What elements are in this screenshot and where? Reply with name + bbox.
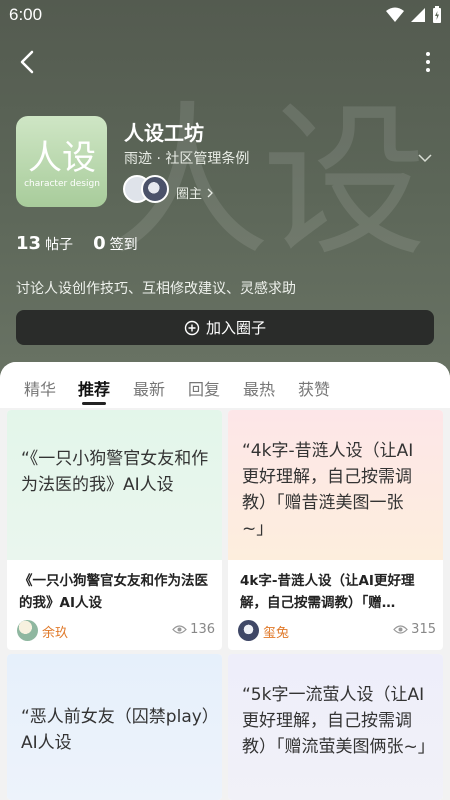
circle-title: 人设工坊	[124, 121, 204, 145]
post-meta: 玺兔 315	[238, 618, 436, 642]
active-tab-indicator	[82, 402, 106, 405]
post-cover-quote: “恶人前女友（囚禁play）AI人设	[21, 707, 211, 753]
signal-icon	[411, 8, 425, 22]
circle-cover-image: 人设 character design	[16, 116, 107, 207]
tab-most-liked[interactable]: 获赞	[298, 376, 330, 400]
post-meta: 余玖 136	[17, 618, 215, 642]
chevron-down-icon[interactable]	[417, 150, 433, 166]
tab-replies[interactable]: 回复	[188, 376, 220, 400]
circle-stats: 13 帖子 0 签到	[16, 233, 138, 254]
post-author[interactable]: 玺兔	[263, 622, 289, 641]
post-cover: “恶人前女友（囚禁play）AI人设	[7, 654, 222, 800]
owner-link[interactable]: 圈主	[176, 183, 214, 202]
view-count: 315	[393, 622, 436, 637]
content-panel: 精华 推荐 最新 回复 最热 获赞 “《一只小狗警官女友和作为法医的我》AI人设…	[0, 362, 450, 800]
posts-stat: 13 帖子	[16, 233, 73, 254]
battery-icon	[433, 6, 441, 23]
wifi-icon	[386, 7, 404, 22]
view-count-value: 315	[411, 622, 436, 637]
eye-icon	[172, 625, 187, 634]
post-title: 4k字-昔涟人设（让AI更好理解，自己按需调教）「赠…	[240, 573, 415, 611]
status-bar: 6:00	[0, 0, 450, 32]
post-author[interactable]: 余玖	[42, 622, 68, 641]
back-icon[interactable]	[12, 46, 44, 78]
more-options-icon[interactable]	[418, 46, 438, 78]
cover-main-text: 人设	[28, 138, 96, 178]
join-label: 加入圈子	[205, 319, 266, 337]
post-card[interactable]: “《一只小狗警官女友和作为法医的我》AI人设 《一只小狗警官女友和作为法医的我》…	[7, 410, 222, 650]
eye-icon	[393, 625, 408, 634]
cover-sub-text: character design	[24, 179, 100, 189]
avatar[interactable]	[238, 620, 259, 641]
post-title: 《一只小狗警官女友和作为法医的我》AI人设	[19, 573, 208, 611]
post-card[interactable]: “恶人前女友（囚禁play）AI人设	[7, 654, 222, 800]
post-card[interactable]: “4k字-昔涟人设（让AI更好理解，自己按需调教）「赠昔涟美图一张~」 4k字-…	[228, 410, 443, 650]
post-card[interactable]: “5k字一流萤人设（让AI更好理解，自己按需调教）「赠流萤美图俩张~」	[228, 654, 443, 800]
view-count: 136	[172, 622, 215, 637]
owner-avatars[interactable]	[123, 175, 171, 205]
post-cover: “5k字一流萤人设（让AI更好理解，自己按需调教）「赠流萤美图俩张~」	[228, 654, 443, 800]
post-cover-quote: “4k字-昔涟人设（让AI更好理解，自己按需调教）「赠昔涟美图一张~」	[242, 441, 414, 539]
circle-description: 讨论人设创作技巧、互相修改建议、灵感求助	[16, 281, 296, 297]
checkin-stat: 0 签到	[93, 233, 138, 254]
checkin-label: 签到	[109, 237, 138, 253]
chevron-right-icon	[207, 188, 213, 197]
join-circle-button[interactable]: 加入圈子	[16, 310, 434, 345]
view-count-value: 136	[190, 622, 215, 637]
plus-circle-icon	[184, 320, 200, 335]
checkin-count: 0	[93, 233, 106, 254]
circle-header: 人设 6:00 人设 character design 人设工坊 雨迹 · 社区…	[0, 0, 450, 410]
tab-recommended[interactable]: 推荐	[78, 376, 110, 400]
owner-label: 圈主	[176, 187, 203, 202]
post-cover: “4k字-昔涟人设（让AI更好理解，自己按需调教）「赠昔涟美图一张~」	[228, 410, 443, 560]
status-icons	[386, 6, 442, 24]
posts-label: 帖子	[45, 237, 74, 253]
avatar	[141, 175, 169, 203]
tab-featured[interactable]: 精华	[24, 376, 56, 400]
circle-subtitle[interactable]: 雨迹 · 社区管理条例	[124, 148, 249, 168]
tab-hottest[interactable]: 最热	[243, 376, 275, 400]
tab-bar: 精华 推荐 最新 回复 最热 获赞	[0, 362, 450, 408]
posts-count: 13	[16, 233, 42, 254]
tab-latest[interactable]: 最新	[133, 376, 165, 400]
post-cover: “《一只小狗警官女友和作为法医的我》AI人设	[7, 410, 222, 560]
status-time: 6:00	[9, 5, 43, 24]
avatar[interactable]	[17, 620, 38, 641]
post-cover-quote: “《一只小狗警官女友和作为法医的我》AI人设	[21, 449, 209, 495]
post-cover-quote: “5k字一流萤人设（让AI更好理解，自己按需调教）「赠流萤美图俩张~」	[242, 685, 435, 757]
